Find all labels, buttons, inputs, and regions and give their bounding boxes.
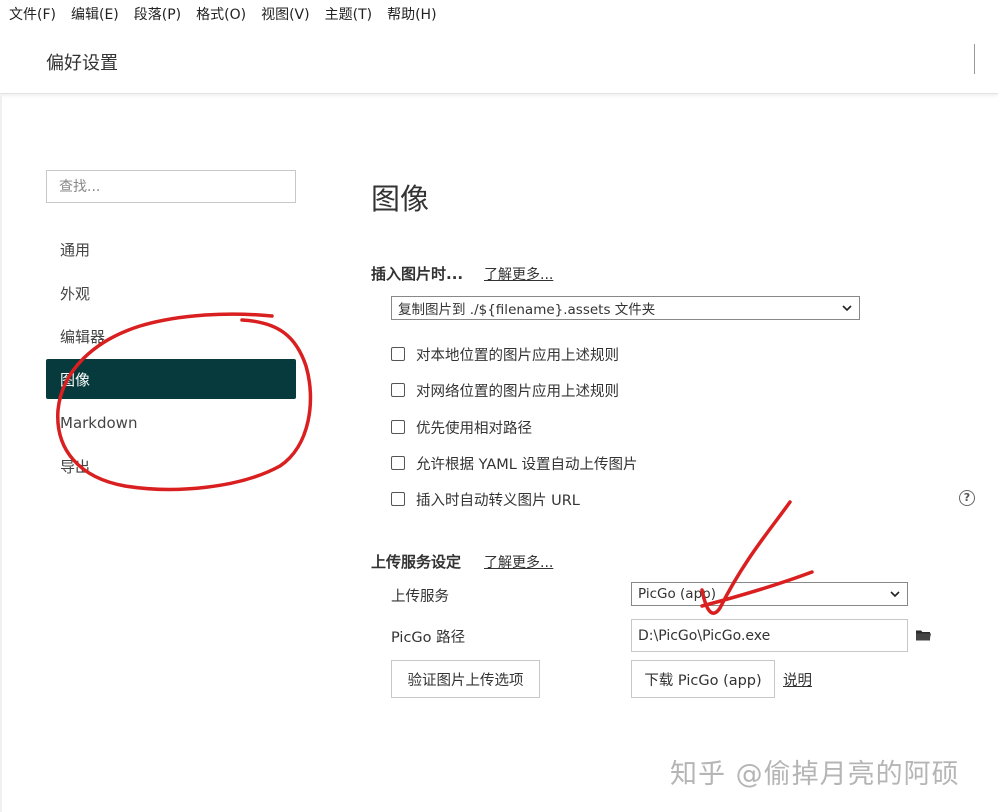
sidebar-item-image[interactable]: 图像 (46, 359, 296, 399)
option-escape-url[interactable]: 插入时自动转义图片 URL (391, 488, 580, 510)
picgo-path-value: D:\PicGo\PicGo.exe (638, 627, 771, 644)
insert-action-select[interactable]: 复制图片到 ./${filename}.assets 文件夹 (391, 296, 860, 320)
verify-upload-button[interactable]: 验证图片上传选项 (391, 660, 540, 698)
help-icon[interactable]: ? (959, 490, 975, 506)
menu-edit[interactable]: 编辑(E) (71, 4, 119, 24)
window-left-edge (0, 95, 2, 812)
section-heading: 图像 (371, 182, 430, 216)
folder-icon[interactable] (916, 629, 931, 641)
instructions-link[interactable]: 说明 (783, 669, 812, 690)
option-label: 允许根据 YAML 设置自动上传图片 (416, 456, 638, 473)
insert-learn-more-link[interactable]: 了解更多... (484, 264, 553, 284)
option-label: 插入时自动转义图片 URL (416, 492, 580, 509)
sidebar-item-label: 编辑器 (60, 327, 106, 346)
option-label: 优先使用相对路径 (416, 420, 532, 437)
preferences-header: 偏好设置 (0, 28, 998, 94)
upload-service-value: PicGo (app) (638, 586, 716, 602)
menu-help[interactable]: 帮助(H) (387, 4, 436, 24)
option-yaml-auto-upload[interactable]: 允许根据 YAML 设置自动上传图片 (391, 452, 637, 474)
menu-bar: 文件(F) 编辑(E) 段落(P) 格式(O) 视图(V) 主题(T) 帮助(H… (0, 0, 998, 28)
chevron-down-icon (890, 591, 900, 598)
picgo-path-input[interactable]: D:\PicGo\PicGo.exe (631, 619, 908, 652)
menu-view[interactable]: 视图(V) (261, 4, 310, 24)
menu-paragraph[interactable]: 段落(P) (134, 4, 181, 24)
checkbox[interactable] (391, 347, 405, 361)
menu-file[interactable]: 文件(F) (9, 4, 56, 24)
option-local-images[interactable]: 对本地位置的图片应用上述规则 (391, 343, 619, 365)
option-network-images[interactable]: 对网络位置的图片应用上述规则 (391, 379, 619, 401)
verify-upload-button-label: 验证图片上传选项 (407, 672, 524, 689)
header-divider (974, 44, 975, 74)
upload-settings-label: 上传服务设定 (371, 553, 462, 571)
upload-learn-more-link[interactable]: 了解更多... (484, 552, 553, 572)
settings-search-input[interactable] (46, 170, 296, 203)
sidebar-item-label: Markdown (60, 414, 138, 432)
menu-theme[interactable]: 主题(T) (325, 4, 372, 24)
sidebar-item-markdown[interactable]: Markdown (46, 403, 296, 443)
download-picgo-button[interactable]: 下载 PicGo (app) (631, 660, 775, 698)
sidebar-item-label: 外观 (60, 284, 91, 303)
insert-image-label: 插入图片时... (371, 265, 464, 283)
sidebar-item-label: 图像 (60, 370, 91, 389)
page-title: 偏好设置 (46, 53, 118, 74)
checkbox[interactable] (391, 420, 405, 434)
watermark: 知乎 @偷掉月亮的阿硕 (670, 759, 960, 790)
sidebar-item-export[interactable]: 导出 (46, 446, 296, 486)
menu-format[interactable]: 格式(O) (196, 4, 246, 24)
upload-service-select[interactable]: PicGo (app) (631, 582, 908, 606)
picgo-path-label: PicGo 路径 (391, 630, 466, 646)
sidebar-item-editor[interactable]: 编辑器 (46, 316, 296, 356)
sidebar-item-general[interactable]: 通用 (46, 229, 296, 269)
option-label: 对本地位置的图片应用上述规则 (416, 347, 619, 364)
upload-service-label: 上传服务 (391, 589, 449, 605)
checkbox[interactable] (391, 492, 405, 506)
sidebar-item-label: 导出 (60, 457, 91, 476)
download-picgo-button-label: 下载 PicGo (app) (644, 672, 762, 689)
option-relative-path[interactable]: 优先使用相对路径 (391, 416, 532, 438)
checkbox[interactable] (391, 456, 405, 470)
sidebar-item-appearance[interactable]: 外观 (46, 273, 296, 313)
checkbox[interactable] (391, 383, 405, 397)
insert-action-value: 复制图片到 ./${filename}.assets 文件夹 (398, 302, 656, 318)
chevron-down-icon (842, 305, 852, 312)
sidebar-item-label: 通用 (60, 240, 91, 259)
option-label: 对网络位置的图片应用上述规则 (416, 383, 619, 400)
